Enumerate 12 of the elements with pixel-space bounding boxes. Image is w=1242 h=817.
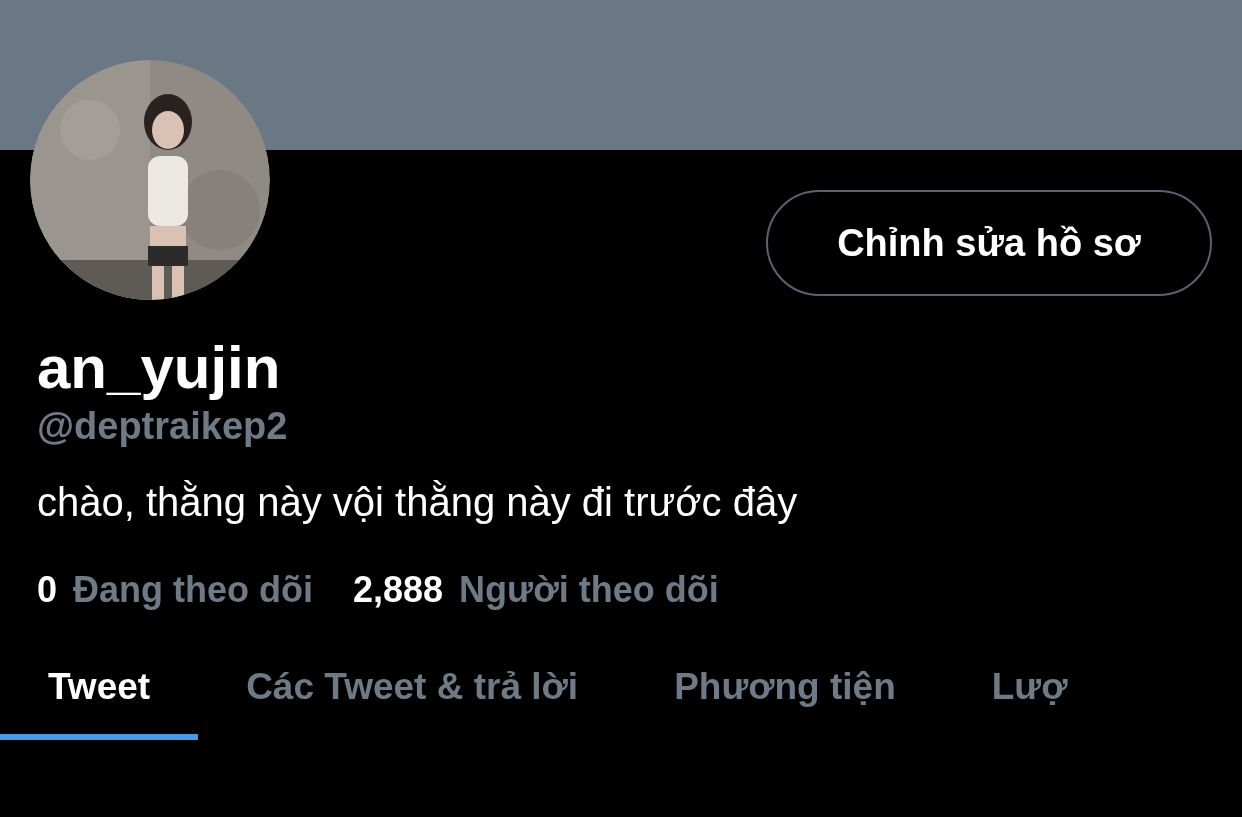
profile-tab[interactable]: Các Tweet & trả lời [198, 640, 627, 740]
profile-tab[interactable]: Phương tiện [626, 640, 944, 740]
bio-text: chào, thằng này vội thằng này đi trước đây [37, 479, 799, 526]
stat-count: 2,888 [353, 568, 444, 612]
profile-tab[interactable]: Tweet [0, 640, 199, 740]
stat-label[interactable]: Người theo dõi [459, 568, 719, 612]
edit-profile-button[interactable]: Chỉnh sửa hồ sơ [766, 190, 1212, 296]
profile-tab[interactable]: Lượ [943, 640, 1116, 740]
stat-label[interactable]: Đang theo dõi [73, 568, 313, 612]
username: @deptraikep2 [37, 404, 289, 449]
display-name: an_yujin [37, 334, 282, 402]
stat-count: 0 [37, 568, 58, 612]
